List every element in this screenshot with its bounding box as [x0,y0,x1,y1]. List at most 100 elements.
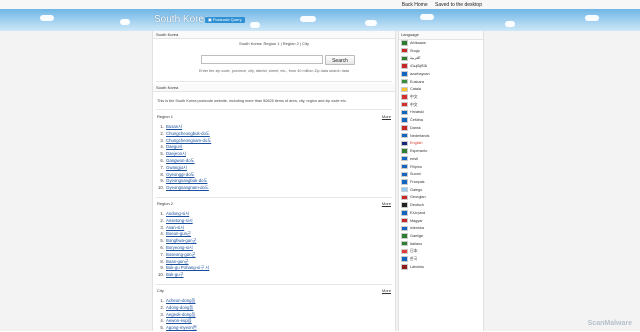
language-item[interactable]: íslenska [399,225,483,233]
list-item-link[interactable]: Andong-si시 [166,211,189,216]
list-item-link[interactable]: Agong-myeon면 [166,325,197,330]
intro-panel-header: South Korea [153,84,395,92]
search-input[interactable] [201,55,323,64]
language-item[interactable]: Հայերեն [399,63,483,71]
list-item-link[interactable]: Gyeonggi-do도 [166,172,195,177]
language-item[interactable]: Suomi [399,171,483,179]
language-label: Suomi [410,172,421,177]
region2-more-link[interactable]: More [382,201,391,206]
language-label: Italiano [410,241,423,246]
language-label: English [410,141,423,146]
flag-icon [401,225,408,231]
city-list: 1. Acheon-dong동 2. Adong-dong동 3. Aegeok-dong… [157,298,392,332]
back-home-link[interactable]: Back Home [402,2,428,8]
save-desktop-link[interactable]: Saved to the desktop [435,2,482,8]
cloud-decoration [40,15,54,21]
language-item[interactable]: Galego [399,186,483,195]
list-item-link[interactable]: Aewon-eup읍 [166,318,192,323]
list-item-link[interactable]: Gyeongsangnam-do도 [166,185,209,190]
badge-label: Postcode Query [212,17,242,22]
flag-icon [401,240,408,247]
list-item-link[interactable]: Gangwon-do도 [166,158,195,163]
language-item[interactable]: Hrvatski [399,109,483,117]
language-item[interactable]: Esperanto [399,148,483,156]
list-item-link[interactable]: Chungcheongnam-do도 [166,138,211,143]
language-item[interactable]: Afrikaans [399,40,483,48]
language-item[interactable]: Ελληνικά [399,210,483,218]
list-item-link[interactable]: Boseong-gun군 [166,252,196,257]
list-item-link[interactable]: Daegu시 [166,144,183,149]
list-item-number: 4. [160,318,164,324]
list-item-link[interactable]: Boryeong-si시 [166,245,193,250]
search-panel-header: South Korea [153,31,395,39]
list-item-link[interactable]: Boeun-gun군 [166,231,191,236]
flag-icon [401,148,408,154]
cloud-decoration [420,14,434,20]
flag-icon [401,202,408,208]
language-item[interactable]: azərbaycan [399,71,483,79]
language-item[interactable]: Dansk [399,125,483,133]
language-item[interactable]: English [399,140,483,148]
list-item-link[interactable]: Busan시 [166,124,182,129]
list-item-link[interactable]: Buk-gu구 [166,272,184,277]
list-item-link[interactable]: Chungcheongbuk-do도 [166,131,210,136]
language-item[interactable]: eesti [399,156,483,164]
search-button[interactable]: Search [325,55,355,65]
language-item[interactable]: Deutsch [399,202,483,210]
list-item-number: 8. [160,258,164,264]
language-item[interactable]: 中文 [399,94,483,102]
list-item-link[interactable]: Buk-gu Pohang-si구 시 [166,265,209,270]
language-item[interactable]: Shqip [399,48,483,56]
language-item[interactable]: Nederlands [399,132,483,141]
list-item-link[interactable]: Adong-dong동 [166,305,193,310]
breadcrumb: South Korea: Region 1 | Region 2 | City [239,41,309,46]
language-item[interactable]: Français [399,179,483,187]
list-item-link[interactable]: Bonghwa-gun군 [166,238,196,243]
language-item[interactable]: العربية [399,55,483,63]
list-item-number: 6. [160,157,164,163]
list-item-link[interactable]: Daejeon시 [166,151,186,156]
language-label: Euskara [410,79,424,84]
list-item-number: 3. [160,311,164,317]
site-title[interactable]: South Korea [154,14,210,25]
list-item-link[interactable]: Ansetong-si시 [166,218,193,223]
language-label: Dansk [410,125,421,130]
language-item[interactable]: Euskara [399,78,483,87]
list-item-link[interactable]: Asan-si시 [166,225,184,230]
list-item-link[interactable]: Gwangju시 [166,165,187,170]
city-more-link[interactable]: More [382,288,391,293]
list-item-link[interactable]: Buan-gun군 [166,259,189,264]
list-item-number: 5. [160,238,164,244]
list-item-number: 2. [160,130,164,136]
language-item[interactable]: Italiano [399,240,483,249]
list-item: 4. Boeun-gun군 [157,231,392,238]
language-item[interactable]: 한국 [399,256,483,264]
region2-list: 1. Andong-si시 2. Ansetong-si시 3. Asan-si시 4. Bo… [157,211,392,279]
language-label: Čeština [410,118,423,123]
postcode-query-badge[interactable]: ▣ Postcode Query [205,17,245,23]
list-item-link[interactable]: Gyeongsangbuk-do도 [166,178,207,183]
region1-more-link[interactable]: More [382,114,391,119]
language-item[interactable]: Latviešu [399,264,483,272]
list-item-number: 9. [160,178,164,184]
list-item-number: 2. [160,217,164,223]
search-hint: Enter the zip code, province, city, dist… [199,69,349,73]
language-item[interactable]: Georgian [399,194,483,202]
top-links: Back Home Saved to the desktop [396,2,482,8]
list-item-link[interactable]: Acheon-dong동 [166,298,196,303]
language-item[interactable]: Filipino [399,163,483,172]
list-item-link[interactable]: Aegeok-dong동 [166,312,196,317]
list-item-number: 1. [160,211,164,216]
cloud-decoration [585,15,599,21]
language-item[interactable]: Català [399,86,483,94]
flag-icon [401,179,408,185]
main-content: South Korea South Korea: Region 1 | Regi… [152,31,396,331]
language-item[interactable]: Gaeilge [399,233,483,241]
language-item[interactable]: Čeština [399,117,483,125]
list-item: 10. Buk-gu구 [157,272,392,279]
language-item[interactable]: 中文 [399,102,483,110]
language-item[interactable]: Magyar [399,217,483,226]
cloud-decoration [505,21,515,27]
language-item[interactable]: 日本 [399,248,483,256]
region2-title: Region 2 [157,201,174,206]
